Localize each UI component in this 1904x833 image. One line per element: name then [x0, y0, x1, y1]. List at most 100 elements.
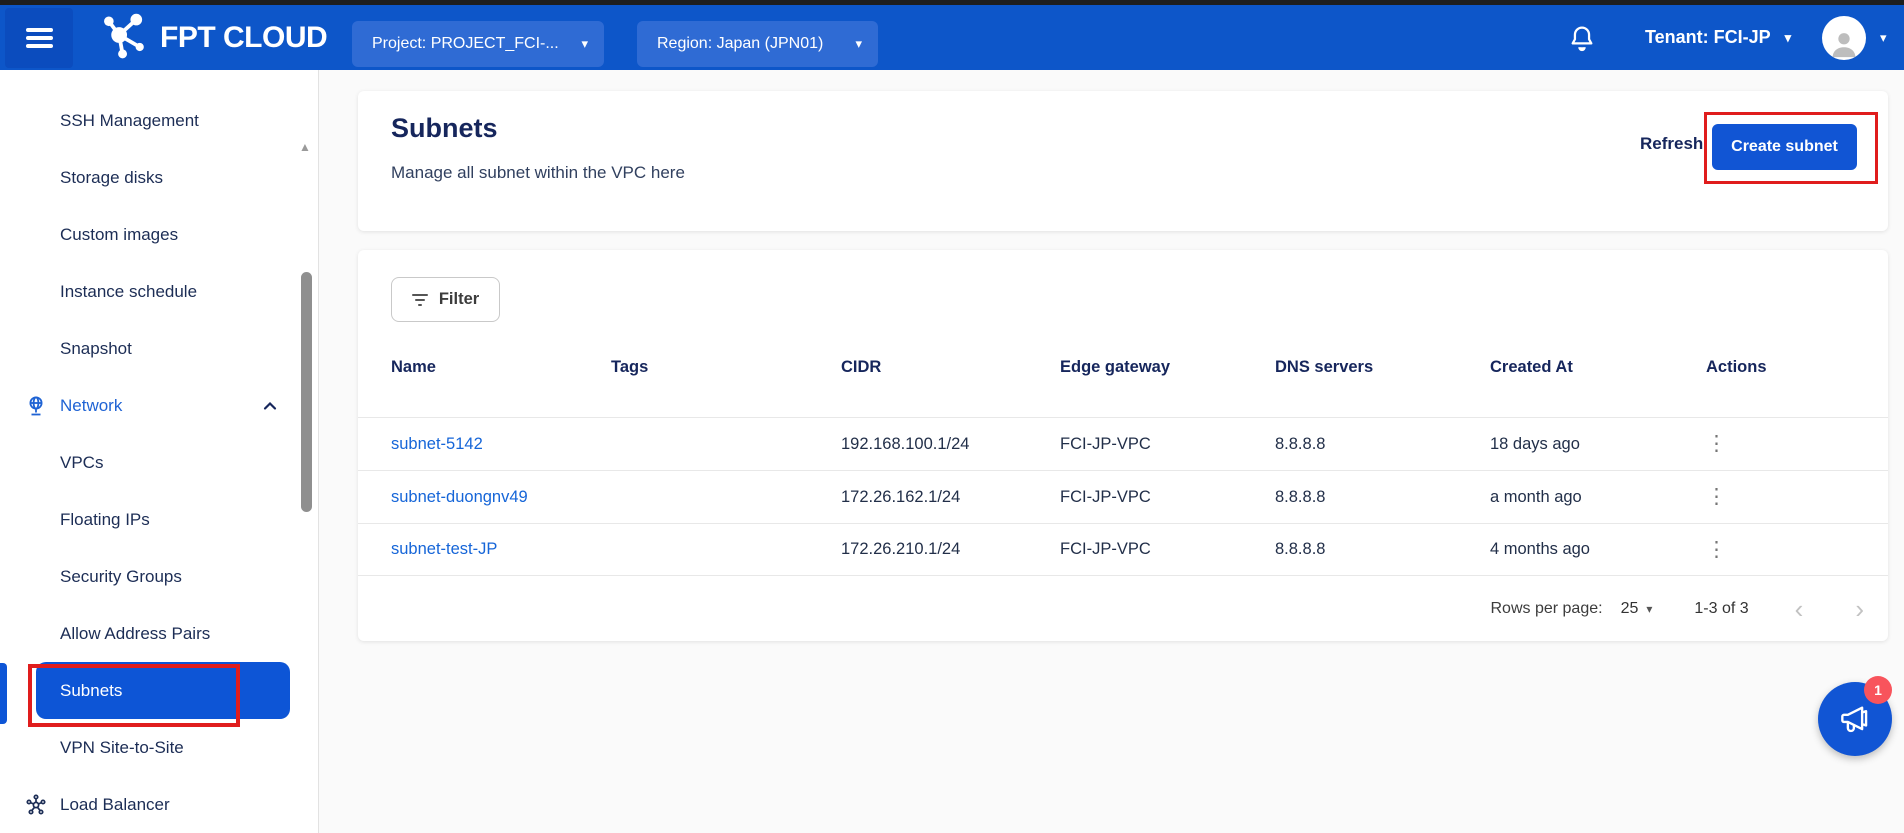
rows-per-page-label: Rows per page:	[1491, 600, 1603, 618]
project-dropdown[interactable]: Project: PROJECT_FCI-... ▾	[352, 21, 604, 67]
sidebar-item-label: SSH Management	[60, 111, 199, 131]
sidebar-item-label: Snapshot	[60, 339, 132, 359]
app-header: FPT CLOUD Project: PROJECT_FCI-... ▾ Reg…	[0, 5, 1904, 70]
scrollbar-up-arrow[interactable]: ▲	[299, 141, 311, 153]
sidebar-item-label: Storage disks	[60, 168, 163, 188]
sidebar: SSH Management Storage disks Custom imag…	[0, 70, 319, 833]
user-menu[interactable]: ▾	[1822, 5, 1887, 70]
sidebar-item-label: Subnets	[60, 681, 122, 701]
caret-down-icon: ▾	[1880, 30, 1887, 46]
region-dropdown[interactable]: Region: Japan (JPN01) ▾	[637, 21, 878, 67]
subnet-name-link[interactable]: subnet-test-JP	[391, 540, 611, 559]
globe-network-icon	[24, 394, 48, 418]
rows-per-page-select[interactable]: 25 ▾	[1621, 600, 1653, 618]
table-header-row: Name Tags CIDR Edge gateway DNS servers …	[358, 345, 1888, 390]
sidebar-item-ssh-management[interactable]: SSH Management	[0, 92, 318, 149]
next-page-button[interactable]: ›	[1855, 596, 1864, 622]
pagination-bar: Rows per page: 25 ▾ 1-3 of 3 ‹ ›	[358, 577, 1888, 641]
row-actions-kebab-icon[interactable]: ⋮	[1706, 533, 1736, 567]
notification-count-badge: 1	[1864, 676, 1892, 704]
dns-servers-cell: 8.8.8.8	[1275, 488, 1490, 507]
filter-icon	[412, 291, 428, 309]
sidebar-item-vpcs[interactable]: VPCs	[0, 434, 318, 491]
sidebar-group-network[interactable]: Network	[0, 377, 318, 434]
page-header-card: Subnets Manage all subnet within the VPC…	[358, 91, 1888, 231]
active-item-highlight: Subnets	[36, 662, 290, 719]
edge-gateway-cell: FCI-JP-VPC	[1060, 540, 1275, 559]
hamburger-icon	[26, 24, 53, 53]
sidebar-item-label: Network	[60, 396, 122, 416]
sidebar-item-vpn-site-to-site[interactable]: VPN Site-to-Site	[0, 719, 318, 776]
sidebar-item-custom-images[interactable]: Custom images	[0, 206, 318, 263]
filter-button[interactable]: Filter	[391, 277, 500, 322]
table-row: subnet-duongnv49 172.26.162.1/24 FCI-JP-…	[358, 470, 1888, 523]
cidr-cell: 192.168.100.1/24	[841, 435, 1060, 454]
cidr-cell: 172.26.210.1/24	[841, 540, 1060, 559]
hamburger-menu-button[interactable]	[5, 8, 73, 68]
sidebar-item-allow-address-pairs[interactable]: Allow Address Pairs	[0, 605, 318, 662]
fpt-cloud-logo[interactable]: FPT CLOUD	[100, 5, 327, 70]
previous-page-button[interactable]: ‹	[1795, 596, 1804, 622]
sidebar-item-label: Security Groups	[60, 567, 182, 587]
sidebar-item-label: VPCs	[60, 453, 103, 473]
sidebar-menu: SSH Management Storage disks Custom imag…	[0, 70, 318, 833]
refresh-button[interactable]: Refresh	[1640, 134, 1703, 154]
column-header-name: Name	[391, 358, 611, 377]
column-header-actions: Actions	[1706, 358, 1888, 377]
caret-down-icon: ▾	[581, 36, 588, 52]
dns-servers-cell: 8.8.8.8	[1275, 540, 1490, 559]
column-header-created-at: Created At	[1490, 358, 1706, 377]
tenant-dropdown[interactable]: Tenant: FCI-JP ▾	[1645, 5, 1791, 70]
sidebar-scrollbar-thumb[interactable]	[301, 272, 312, 512]
notification-bell-icon[interactable]	[1566, 23, 1598, 55]
subnet-name-link[interactable]: subnet-5142	[391, 435, 611, 454]
table-row: subnet-test-JP 172.26.210.1/24 FCI-JP-VP…	[358, 523, 1888, 576]
sidebar-item-snapshot[interactable]: Snapshot	[0, 320, 318, 377]
subnet-name-link[interactable]: subnet-duongnv49	[391, 488, 611, 507]
sidebar-item-label: Custom images	[60, 225, 178, 245]
page-title: Subnets	[391, 113, 498, 144]
page-subtitle: Manage all subnet within the VPC here	[391, 163, 685, 183]
edge-gateway-cell: FCI-JP-VPC	[1060, 435, 1275, 454]
sidebar-group-load-balancer[interactable]: Load Balancer	[0, 776, 318, 833]
created-at-cell: a month ago	[1490, 488, 1706, 507]
sidebar-item-label: Instance schedule	[60, 282, 197, 302]
rows-per-page-value: 25	[1621, 600, 1639, 618]
sidebar-item-label: Load Balancer	[60, 795, 170, 815]
sidebar-item-subnets[interactable]: Subnets	[0, 662, 318, 719]
project-dropdown-label: Project: PROJECT_FCI-...	[372, 35, 559, 53]
main-content: Subnets Manage all subnet within the VPC…	[319, 70, 1904, 833]
table-row: subnet-5142 192.168.100.1/24 FCI-JP-VPC …	[358, 417, 1888, 470]
tenant-label: Tenant: FCI-JP	[1645, 27, 1771, 48]
caret-down-icon: ▾	[1646, 602, 1652, 616]
region-dropdown-label: Region: Japan (JPN01)	[657, 35, 823, 53]
column-header-edge-gateway: Edge gateway	[1060, 358, 1275, 377]
active-item-edge-indicator	[0, 663, 7, 724]
column-header-cidr: CIDR	[841, 358, 1060, 377]
caret-down-icon: ▾	[1785, 30, 1792, 46]
pagination-range-label: 1-3 of 3	[1694, 600, 1748, 618]
cidr-cell: 172.26.162.1/24	[841, 488, 1060, 507]
created-at-cell: 18 days ago	[1490, 435, 1706, 454]
subnet-table-card: Filter Name Tags CIDR Edge gateway DNS s…	[358, 250, 1888, 641]
created-at-cell: 4 months ago	[1490, 540, 1706, 559]
sidebar-item-label: Allow Address Pairs	[60, 624, 210, 644]
caret-down-icon: ▾	[855, 36, 862, 52]
molecule-icon	[100, 11, 152, 64]
dns-servers-cell: 8.8.8.8	[1275, 435, 1490, 454]
row-actions-kebab-icon[interactable]: ⋮	[1706, 480, 1736, 514]
megaphone-icon	[1836, 699, 1874, 740]
sidebar-item-storage-disks[interactable]: Storage disks	[0, 149, 318, 206]
row-actions-kebab-icon[interactable]: ⋮	[1706, 427, 1736, 461]
sidebar-item-instance-schedule[interactable]: Instance schedule	[0, 263, 318, 320]
filter-button-label: Filter	[439, 290, 479, 309]
create-subnet-button[interactable]: Create subnet	[1712, 124, 1857, 170]
sidebar-item-security-groups[interactable]: Security Groups	[0, 548, 318, 605]
column-header-tags: Tags	[611, 358, 841, 377]
sidebar-item-label: VPN Site-to-Site	[60, 738, 184, 758]
avatar	[1822, 16, 1866, 60]
chevron-up-icon	[262, 398, 278, 414]
sidebar-item-floating-ips[interactable]: Floating IPs	[0, 491, 318, 548]
column-header-dns-servers: DNS servers	[1275, 358, 1490, 377]
load-balancer-hub-icon	[24, 793, 48, 817]
